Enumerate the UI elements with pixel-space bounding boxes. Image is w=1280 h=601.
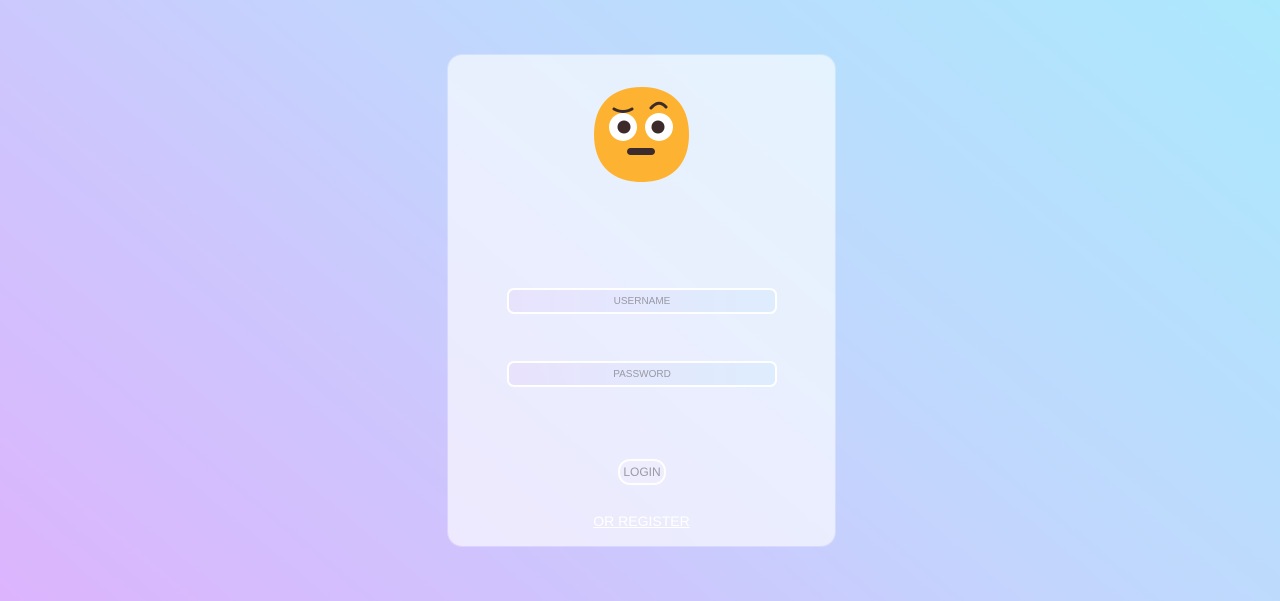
password-input[interactable] bbox=[509, 363, 775, 385]
username-field bbox=[507, 288, 777, 314]
register-link[interactable]: OR REGISTER bbox=[448, 513, 835, 529]
username-input[interactable] bbox=[509, 290, 775, 312]
raised-eyebrow-face-icon bbox=[594, 87, 689, 182]
password-field bbox=[507, 361, 777, 387]
emoji-left-pupil bbox=[617, 120, 631, 134]
emoji-mouth bbox=[627, 148, 655, 155]
emoji-face bbox=[594, 87, 689, 182]
login-card: LOGIN OR REGISTER bbox=[448, 55, 835, 546]
login-button[interactable]: LOGIN bbox=[618, 459, 666, 485]
emoji-right-pupil bbox=[651, 120, 665, 134]
